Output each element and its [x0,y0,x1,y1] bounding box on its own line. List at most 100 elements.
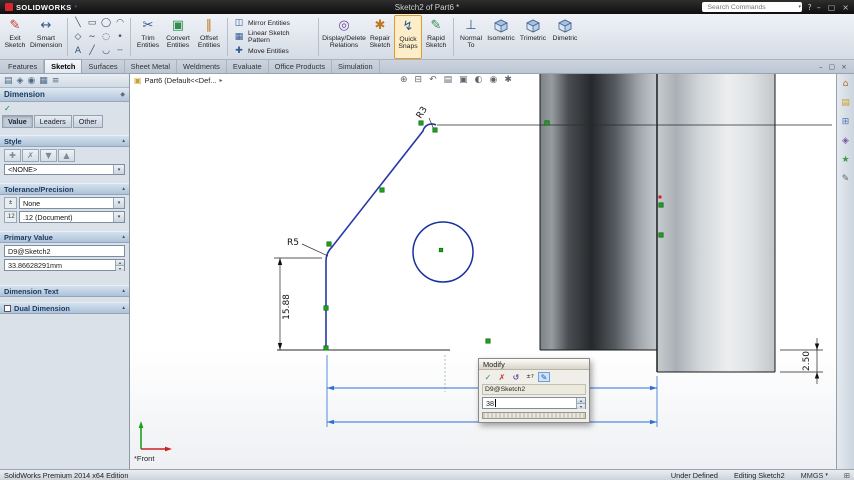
file-explorer-icon[interactable]: ⊞ [842,117,850,127]
offset-entities-button[interactable]: ∥ Offset Entities [194,15,224,59]
modify-value-spinner[interactable]: ▴ ▾ [576,398,585,409]
convert-entities-button[interactable]: ▣ Convert Entities [162,15,194,59]
sketch-profile[interactable] [325,123,437,350]
spin-down-icon[interactable]: ▾ [116,266,124,271]
search-input[interactable] [707,2,797,12]
unit-system-selector[interactable]: MMGS ▾ [801,471,828,480]
hide-show-items-icon[interactable]: ◉ [490,75,498,85]
sketch-fillet-tool-icon[interactable]: ◡ [99,44,113,58]
modify-value-input[interactable]: 38 ▴ ▾ [482,397,586,409]
dimension-r5[interactable]: R5 [287,238,329,257]
trimetric-view-button[interactable]: Trimetric [517,15,549,59]
centerline-tool-icon[interactable]: ╱ [85,44,99,58]
close-button[interactable]: × [842,3,849,12]
tab-other[interactable]: Other [72,115,103,128]
doc-restore-icon[interactable]: ▢ [829,63,836,71]
section-dimension-text[interactable]: Dimension Text ▴ [0,285,129,297]
zoom-fit-icon[interactable]: ⊕ [400,75,408,85]
smart-dimension-button[interactable]: ↔ Smart Dimension [28,15,64,59]
tolerance-dropdown[interactable]: None ▾ [19,197,125,209]
app-logo[interactable]: SOLIDWORKS ▾ [0,3,83,12]
style-save-icon[interactable]: ▼ [40,149,57,162]
resources-icon[interactable]: ⌂ [843,79,849,89]
modify-rebuild-button[interactable]: ↺ [510,372,522,382]
status-options-icon[interactable]: ⊞ [844,471,850,480]
normal-to-button[interactable]: ⊥ Normal To [457,15,485,59]
edit-appearance-icon[interactable]: ✱ [504,75,512,85]
flyout-caret-icon[interactable]: ▸ [219,77,222,84]
help-icon[interactable]: ? [807,3,811,12]
ellipse-tool-icon[interactable]: ◌ [99,30,113,44]
search-caret-icon[interactable]: ▾ [798,4,801,10]
view-palette-icon[interactable]: ◈ [842,136,849,146]
flyout-feature-tree[interactable]: ▣ Part6 (Default<<Def... ▸ [134,76,222,85]
menu-caret-icon[interactable]: ▾ [75,4,78,10]
modify-dialog-title[interactable]: Modify [479,359,589,370]
error-point[interactable] [658,195,662,199]
modify-ok-button[interactable]: ✓ [482,372,494,382]
tab-sheet-metal[interactable]: Sheet Metal [125,60,178,73]
tab-evaluate[interactable]: Evaluate [227,60,269,73]
arc-tool-icon[interactable]: ◠ [113,16,127,30]
minimize-button[interactable]: – [817,3,821,12]
section-style[interactable]: Style ▴ [0,135,129,147]
mirror-entities-button[interactable]: ◫ Mirror Entities [231,17,315,30]
dimension-height[interactable]: 15.88 [274,257,322,350]
tab-weldments[interactable]: Weldments [177,60,227,73]
featuremanager-tab-icon[interactable]: ▤ [4,76,13,86]
dimxpertmanager-tab-icon[interactable]: ▦ [39,76,48,86]
move-entities-button[interactable]: ✚ Move Entities [231,45,315,58]
value-spinner[interactable]: ▴ ▾ [115,260,124,271]
line-tool-icon[interactable]: ╲ [71,16,85,30]
spin-down-icon[interactable]: ▾ [577,404,585,409]
repair-sketch-button[interactable]: ✱ Repair Sketch [366,15,394,59]
modify-cancel-button[interactable]: ✗ [496,372,508,382]
style-dropdown[interactable]: <NONE> ▾ [4,164,125,175]
previous-view-icon[interactable]: ↶ [429,75,437,85]
dual-dimension-checkbox[interactable] [4,304,11,312]
exit-sketch-button[interactable]: ✎ Exit Sketch [2,15,28,59]
section-tolerance-precision[interactable]: Tolerance/Precision ▴ [0,183,129,195]
polygon-tool-icon[interactable]: ◇ [71,30,85,44]
rectangle-tool-icon[interactable]: ▭ [85,16,99,30]
style-load-icon[interactable]: ▲ [58,149,75,162]
style-favorite-icon[interactable]: ✚ [4,149,21,162]
modify-mark-for-drawing-button[interactable]: ✎ [538,372,550,382]
design-library-icon[interactable]: ▤ [841,98,850,108]
text-tool-icon[interactable]: A [71,44,85,58]
trim-entities-button[interactable]: ✂ Trim Entities [134,15,162,59]
propertymanager-tab-icon[interactable]: ◈ [17,76,24,86]
style-delete-icon[interactable]: ✗ [22,149,39,162]
tab-simulation[interactable]: Simulation [332,60,380,73]
custom-properties-icon[interactable]: ✎ [842,174,850,184]
dimension-value-field[interactable]: 33.86628291mm ▴ ▾ [4,259,125,271]
linear-sketch-pattern-button[interactable]: ▦ Linear Sketch Pattern [231,30,315,44]
precision-dropdown[interactable]: .12 (Document) ▾ [19,211,125,223]
construction-geometry-icon[interactable]: ┄ [113,44,127,58]
displaymanager-tab-icon[interactable]: ≡ [52,76,60,86]
doc-minimize-icon[interactable]: – [819,63,823,71]
graphics-area[interactable]: R3 R5 15.88 2.50 ▣ Part6 (Default<<Def..… [130,74,836,469]
editing-state-label[interactable]: Editing Sketch2 [734,471,785,480]
view-orientation-icon[interactable]: ▣ [459,75,468,85]
spline-tool-icon[interactable]: ∼ [85,30,99,44]
modify-spin-increment-button[interactable]: ±? [524,372,536,382]
restore-button[interactable]: ▢ [828,3,836,12]
tab-value[interactable]: Value [2,115,33,128]
display-style-icon[interactable]: ◐ [475,75,483,85]
tab-features[interactable]: Features [2,60,45,73]
point-tool-icon[interactable]: • [113,30,127,44]
tab-office-products[interactable]: Office Products [269,60,333,73]
section-view-icon[interactable]: ▤ [444,75,453,85]
quick-snaps-button[interactable]: ↯ Quick Snaps [394,15,422,59]
section-primary-value[interactable]: Primary Value ▴ [0,231,129,243]
display-delete-relations-button[interactable]: ◎ Display/Delete Relations [322,15,366,59]
dimetric-view-button[interactable]: Dimetric [549,15,581,59]
pin-icon[interactable]: ◆ [120,91,125,98]
part-body[interactable] [539,74,776,373]
doc-close-icon[interactable]: × [841,63,847,71]
value-scrubber[interactable] [482,412,586,419]
circle-tool-icon[interactable]: ◯ [99,16,113,30]
rapid-sketch-button[interactable]: ✎ Rapid Sketch [422,15,450,59]
dimension-offset[interactable]: 2.50 [780,338,823,384]
